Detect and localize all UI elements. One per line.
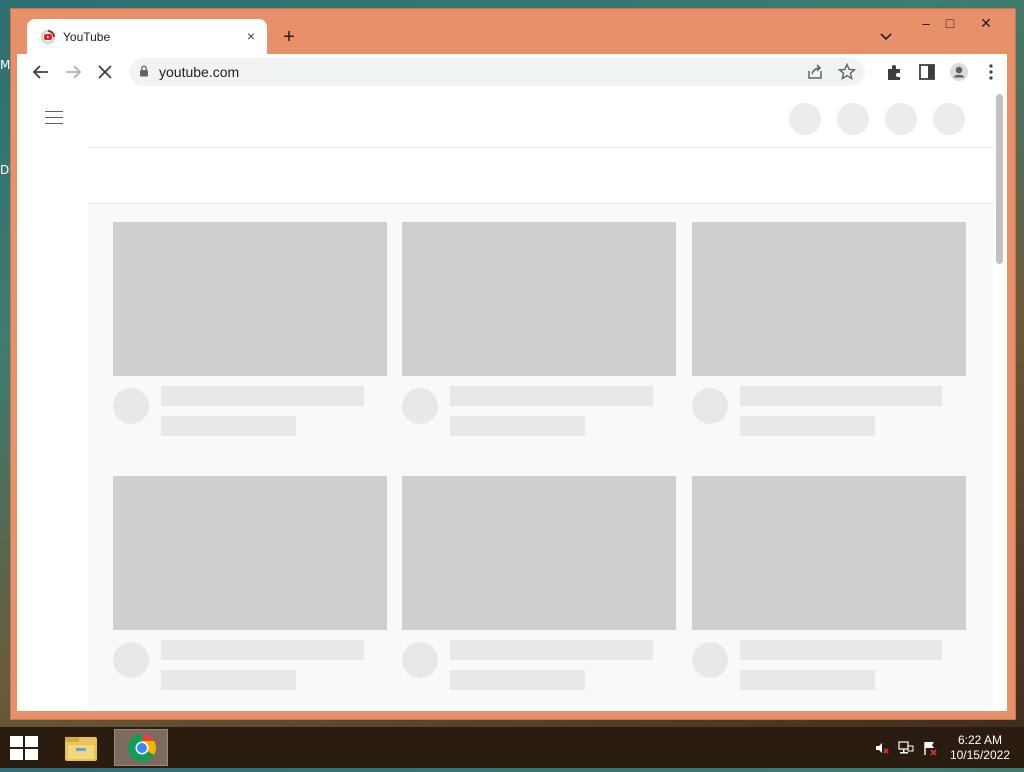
video-thumbnail-placeholder[interactable]	[692, 476, 966, 630]
video-meta-placeholder	[740, 416, 875, 436]
video-meta-placeholder	[450, 670, 585, 690]
channel-avatar-placeholder	[402, 388, 438, 424]
stop-loading-icon[interactable]	[93, 60, 117, 84]
browser-window: YouTube × + – □ ✕ youtube.com	[10, 8, 1016, 720]
close-window-button[interactable]: ✕	[971, 13, 1001, 33]
action-center-flag-icon[interactable]	[922, 740, 938, 756]
video-title-placeholder	[740, 386, 942, 406]
maximize-button[interactable]: □	[935, 13, 965, 33]
bookmark-star-icon[interactable]	[837, 62, 857, 82]
clock-date: 10/15/2022	[949, 748, 1010, 762]
video-thumbnail-placeholder[interactable]	[113, 222, 387, 376]
taskbar-file-explorer[interactable]	[54, 729, 108, 766]
video-meta-placeholder	[161, 416, 296, 436]
hamburger-menu-icon[interactable]	[45, 111, 63, 125]
video-title-placeholder	[161, 386, 364, 406]
video-meta-placeholder	[740, 670, 875, 690]
masthead-placeholder-circle	[789, 103, 821, 135]
system-clock[interactable]: 6:22 AM 10/15/2022	[950, 733, 1010, 763]
desktop-label-d: D	[0, 163, 10, 177]
masthead-placeholder-circle	[837, 103, 869, 135]
volume-muted-icon[interactable]	[874, 740, 890, 756]
video-title-placeholder	[450, 640, 653, 660]
masthead-placeholder-circle	[933, 103, 965, 135]
clock-time: 6:22 AM	[957, 733, 1002, 747]
title-bar: YouTube × + – □ ✕	[11, 9, 1015, 55]
page-viewport	[17, 90, 1007, 711]
video-thumbnail-placeholder[interactable]	[402, 476, 676, 630]
share-icon[interactable]	[805, 62, 825, 82]
file-explorer-folder-icon	[65, 737, 97, 761]
video-meta-placeholder	[161, 670, 296, 690]
taskbar: 6:22 AM 10/15/2022	[0, 727, 1024, 768]
channel-avatar-placeholder	[692, 642, 728, 678]
video-thumbnail-placeholder[interactable]	[692, 222, 966, 376]
tab-close-button[interactable]: ×	[243, 28, 259, 44]
video-thumbnail-placeholder[interactable]	[402, 222, 676, 376]
back-arrow-icon[interactable]	[29, 60, 53, 84]
channel-avatar-placeholder	[692, 388, 728, 424]
extensions-puzzle-icon[interactable]	[883, 60, 907, 84]
browser-toolbar: youtube.com	[17, 54, 1007, 90]
side-panel-icon[interactable]	[915, 60, 939, 84]
channel-avatar-placeholder	[402, 642, 438, 678]
forward-arrow-icon[interactable]	[61, 60, 85, 84]
url-text[interactable]: youtube.com	[159, 64, 239, 80]
tab-search-chevron-icon[interactable]	[877, 27, 895, 45]
masthead-divider	[88, 147, 993, 148]
address-bar[interactable]: youtube.com	[129, 58, 865, 86]
chrome-icon	[128, 734, 156, 762]
masthead-placeholder-circle	[885, 103, 917, 135]
youtube-loading-icon	[41, 30, 55, 44]
scrollbar-thumb[interactable]	[996, 94, 1003, 264]
profile-avatar-icon[interactable]	[947, 60, 971, 84]
video-title-placeholder	[161, 640, 364, 660]
network-icon[interactable]	[898, 740, 914, 756]
video-meta-placeholder	[450, 416, 585, 436]
windows-start-icon[interactable]	[10, 736, 38, 760]
video-thumbnail-placeholder[interactable]	[113, 476, 387, 630]
video-title-placeholder	[740, 640, 942, 660]
new-tab-button[interactable]: +	[277, 25, 301, 49]
desktop-label-m: M	[0, 58, 11, 72]
taskbar-chrome[interactable]	[114, 729, 168, 766]
tab-title: YouTube	[63, 30, 111, 44]
kebab-menu-icon[interactable]	[979, 60, 1003, 84]
video-title-placeholder	[450, 386, 653, 406]
channel-avatar-placeholder	[113, 642, 149, 678]
vertical-scrollbar[interactable]	[993, 90, 1007, 711]
tab-youtube[interactable]: YouTube ×	[27, 19, 267, 55]
channel-avatar-placeholder	[113, 388, 149, 424]
lock-icon[interactable]	[139, 65, 149, 77]
